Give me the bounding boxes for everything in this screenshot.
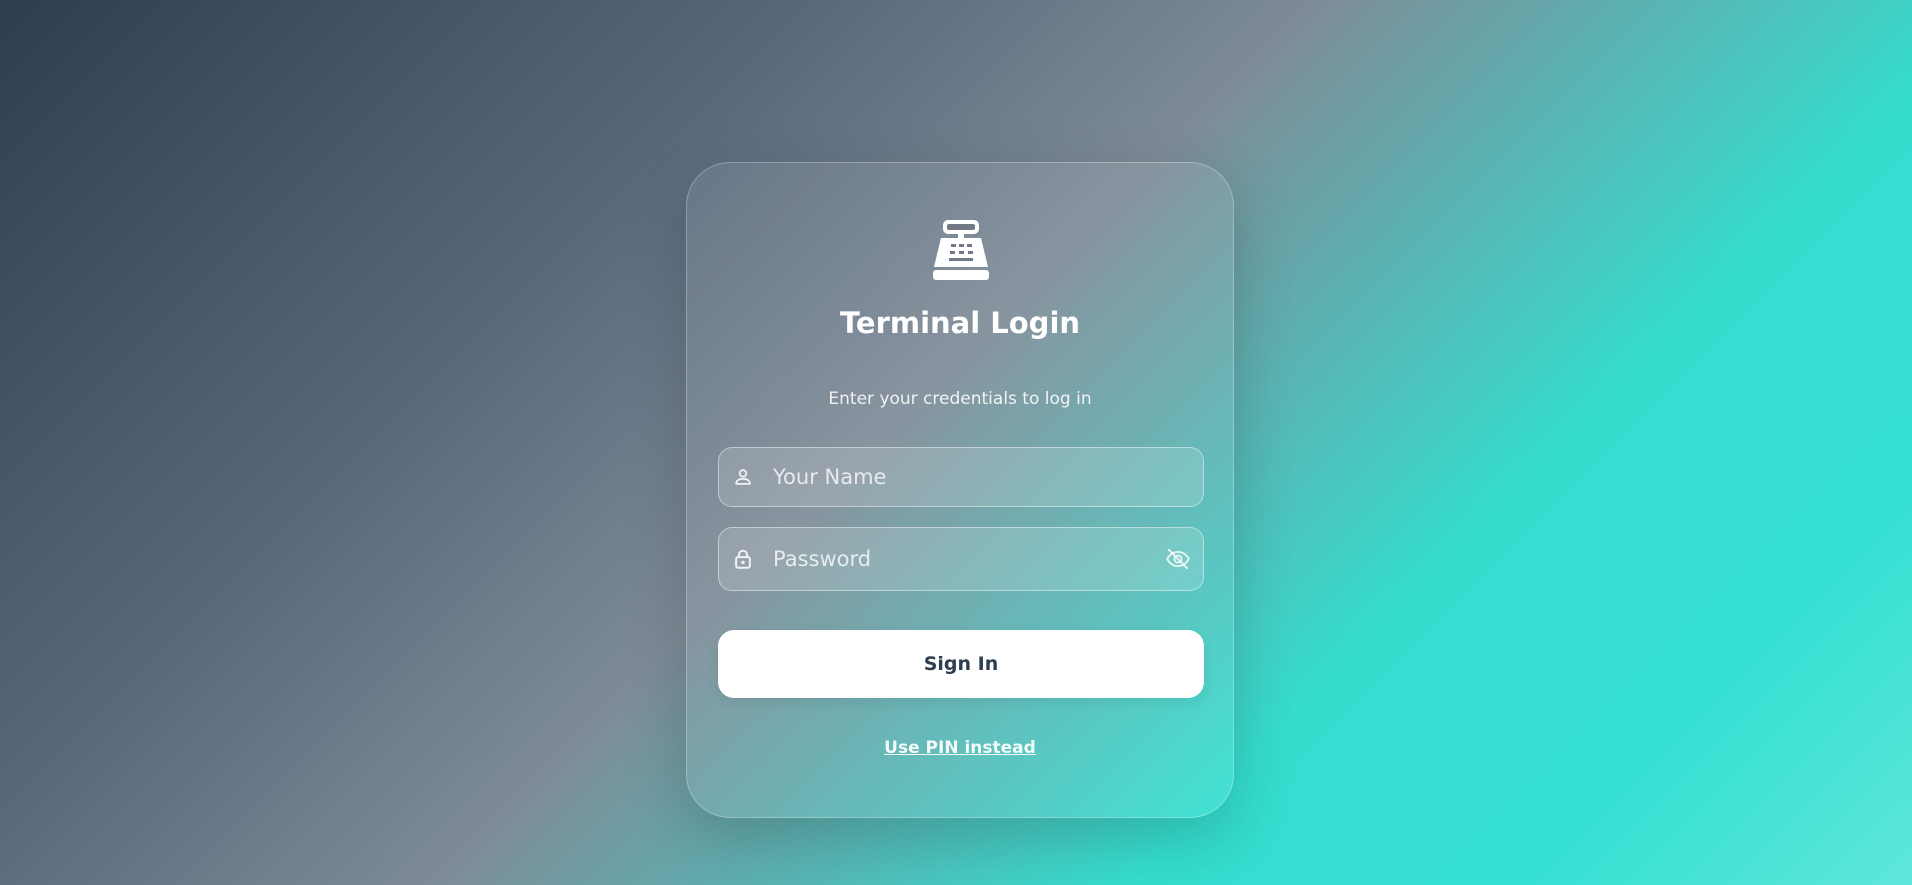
name-field[interactable] [718, 447, 1204, 507]
lock-icon [735, 549, 751, 569]
pin-link-container: Use PIN instead [687, 738, 1233, 758]
name-input[interactable] [773, 448, 1133, 506]
login-card: Terminal Login Enter your credentials to… [686, 162, 1234, 818]
login-subtitle: Enter your credentials to log in [828, 389, 1092, 409]
cash-register-icon [933, 220, 989, 280]
sign-in-button[interactable]: Sign In [718, 630, 1204, 698]
page-title: Terminal Login [839, 306, 1081, 340]
user-icon [735, 469, 751, 485]
password-field[interactable] [718, 527, 1204, 591]
use-pin-link[interactable]: Use PIN instead [884, 738, 1036, 758]
password-input[interactable] [773, 528, 1133, 590]
eye-off-icon[interactable] [1165, 546, 1191, 572]
